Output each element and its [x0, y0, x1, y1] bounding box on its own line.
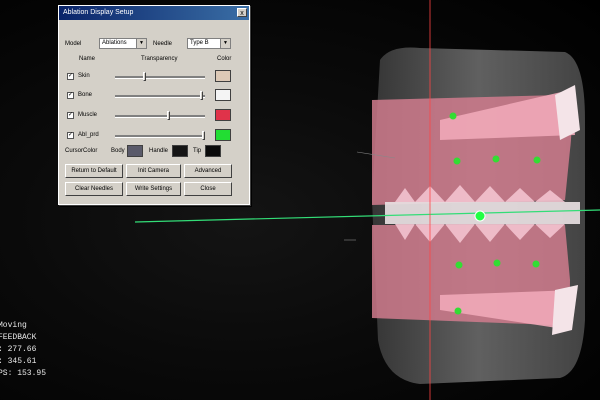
marker-point[interactable]	[493, 259, 501, 267]
transparency-slider[interactable]	[115, 135, 205, 138]
marker-point[interactable]	[449, 112, 457, 120]
chevron-down-icon: ▼	[136, 39, 146, 48]
layer-color-swatch[interactable]	[215, 70, 231, 82]
layer-color-swatch[interactable]	[215, 89, 231, 101]
advanced-button[interactable]: Advanced	[184, 164, 232, 178]
cursor-color-label: CursorColor	[65, 148, 98, 154]
marker-point[interactable]	[492, 155, 500, 163]
layer-name: Skin	[78, 73, 90, 79]
init-camera-button[interactable]: Init Camera	[126, 164, 181, 178]
close-window-button[interactable]: x	[237, 8, 247, 17]
marker-point[interactable]	[533, 156, 541, 164]
model-select[interactable]: Ablations ▼	[99, 38, 147, 49]
status-line: Moving	[0, 321, 27, 330]
needle-select-value: Type B	[190, 40, 209, 46]
marker-point[interactable]	[453, 157, 461, 165]
dialog-titlebar[interactable]: Ablation Display Setup x	[59, 6, 249, 20]
cursor-body-swatch[interactable]	[127, 145, 143, 157]
cursor-body-label: Body	[111, 148, 125, 154]
status-line: FEEDBACK	[0, 333, 37, 342]
needle-select[interactable]: Type B ▼	[187, 38, 231, 49]
layer-name: Abl_prd	[78, 132, 99, 138]
chevron-down-icon: ▼	[220, 39, 230, 48]
model-label: Model	[65, 41, 82, 47]
return-to-default-button[interactable]: Return to Default	[65, 164, 123, 178]
layer-name: Muscle	[78, 112, 98, 118]
layer-visible-checkbox[interactable]: ✓	[67, 73, 74, 80]
cursor-handle-label: Handle	[149, 148, 169, 154]
marker-point[interactable]	[454, 307, 462, 315]
transparency-slider[interactable]	[115, 95, 205, 98]
model-select-value: Ablations	[102, 40, 127, 46]
status-line: : 277.66	[0, 345, 37, 354]
cursor-tip-swatch[interactable]	[205, 145, 221, 157]
layer-visible-checkbox[interactable]: ✓	[67, 92, 74, 99]
header-color: Color	[217, 56, 232, 62]
cursor-handle-swatch[interactable]	[172, 145, 188, 157]
header-transparency: Transparency	[141, 56, 178, 62]
status-line: PS: 153.95	[0, 369, 47, 378]
cursor-tip-label: Tip	[193, 148, 202, 154]
transparency-slider[interactable]	[115, 76, 205, 79]
ablation-display-dialog[interactable]: Ablation Display Setup x Model Ablations…	[58, 5, 250, 205]
marker-point[interactable]	[455, 261, 463, 269]
slider-thumb[interactable]	[143, 72, 146, 81]
transparency-slider[interactable]	[115, 115, 205, 118]
status-readout: Moving FEEDBACK : 277.66 : 345.61 PS: 15…	[0, 320, 46, 380]
layer-name: Bone	[78, 92, 93, 98]
dialog-title: Ablation Display Setup	[63, 9, 134, 16]
layer-color-swatch[interactable]	[215, 109, 231, 121]
status-line: : 345.61	[0, 357, 37, 366]
header-name: Name	[79, 56, 96, 62]
layer-color-swatch[interactable]	[215, 129, 231, 141]
slider-thumb[interactable]	[202, 131, 205, 140]
3d-viewport[interactable]: Ablation Display Setup x Model Ablations…	[0, 0, 600, 400]
marker-point-center[interactable]	[474, 210, 486, 222]
close-button[interactable]: Close	[184, 182, 232, 196]
clear-needles-button[interactable]: Clear Needles	[65, 182, 123, 196]
slider-thumb[interactable]	[167, 111, 170, 120]
needle-label: Needle	[153, 41, 173, 47]
marker-point[interactable]	[532, 260, 540, 268]
layer-visible-checkbox[interactable]: ✓	[67, 112, 74, 119]
write-settings-button[interactable]: Write Settings	[126, 182, 181, 196]
slider-thumb[interactable]	[200, 91, 203, 100]
layer-visible-checkbox[interactable]: ✓	[67, 132, 74, 139]
